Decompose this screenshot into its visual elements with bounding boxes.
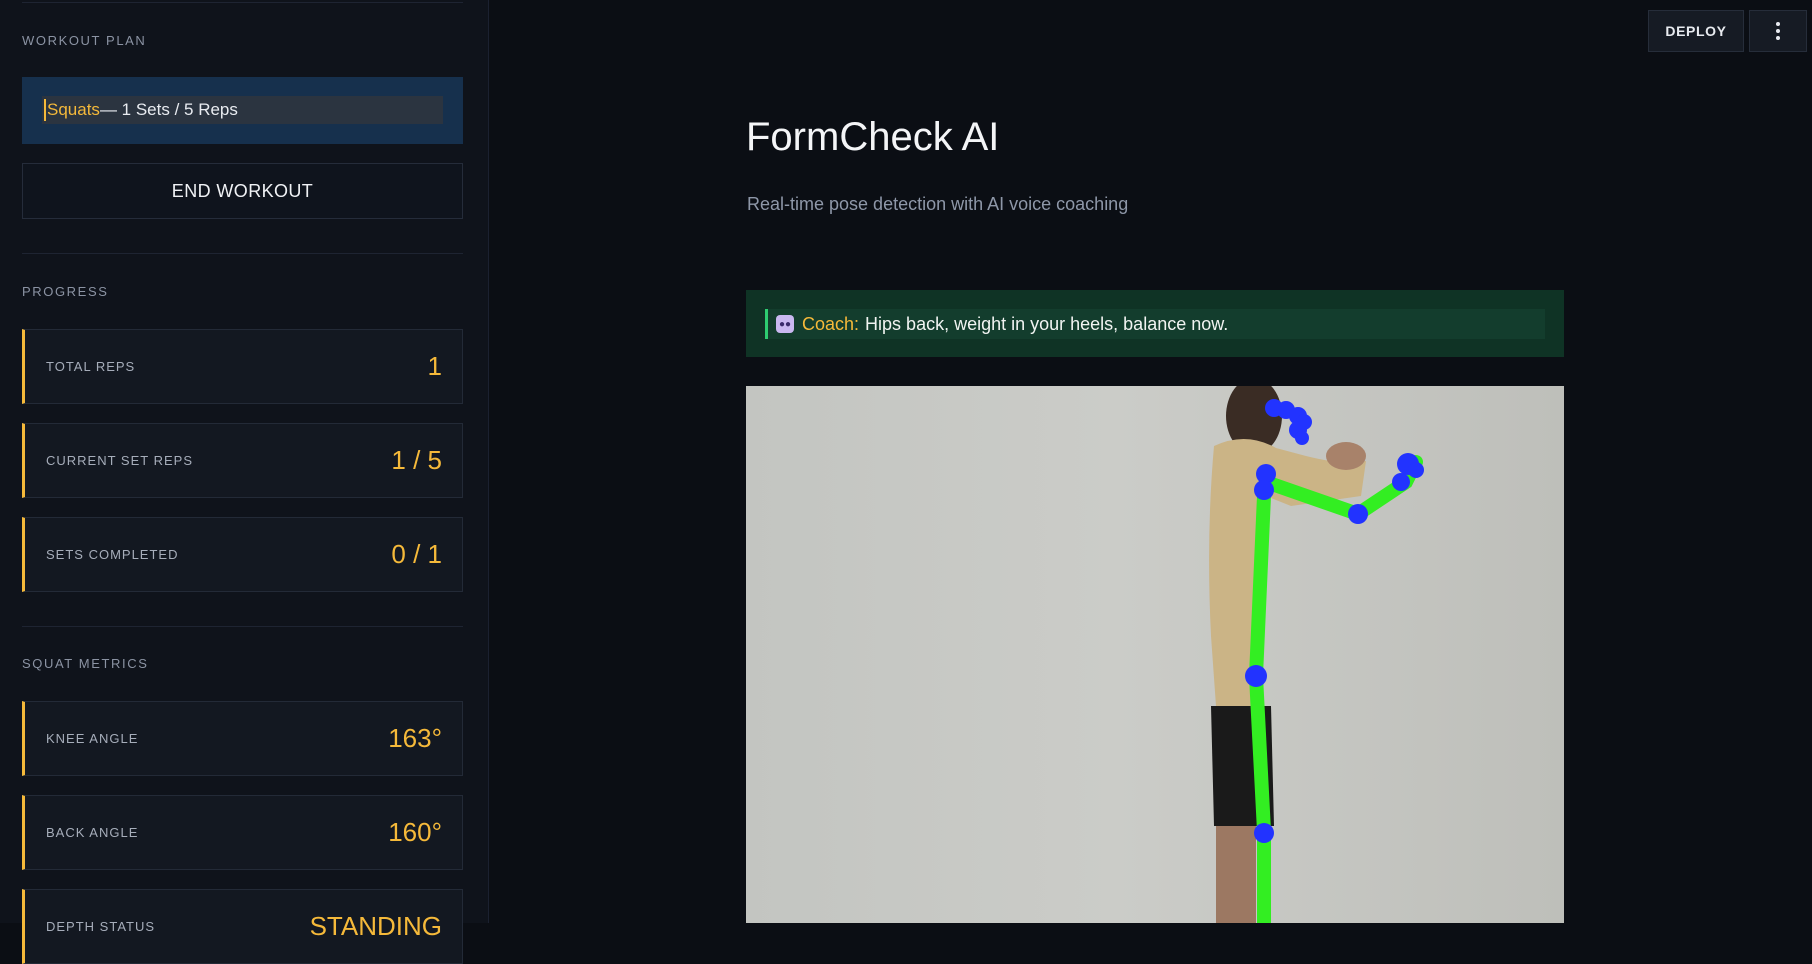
metric-back-angle: BACK ANGLE 160° <box>22 795 463 870</box>
metric-sets-completed: SETS COMPLETED 0 / 1 <box>22 517 463 592</box>
metric-value: 1 / 5 <box>391 445 442 475</box>
metric-value: 160° <box>388 817 442 847</box>
end-workout-button[interactable]: END WORKOUT <box>22 163 463 219</box>
metric-value: 0 / 1 <box>391 539 442 569</box>
plan-exercise: Squats <box>47 100 100 119</box>
coach-message-box: ●● Coach: Hips back, weight in your heel… <box>746 290 1564 357</box>
metric-label: DEPTH STATUS <box>46 919 156 934</box>
metric-current-set-reps: CURRENT SET REPS 1 / 5 <box>22 423 463 498</box>
coach-name: Coach: <box>802 313 860 334</box>
dot <box>1776 29 1780 33</box>
metric-label: TOTAL REPS <box>46 359 136 374</box>
progress-label: PROGRESS <box>22 284 109 299</box>
workout-plan-field[interactable]: Squats — 1 Sets / 5 Reps <box>22 77 463 144</box>
sidebar: WORKOUT PLAN Squats — 1 Sets / 5 Reps EN… <box>0 0 489 964</box>
page-subtitle: Real-time pose detection with AI voice c… <box>747 194 1129 214</box>
coach-message: ●● Coach: Hips back, weight in your heel… <box>765 309 1545 339</box>
vertical-dots-icon <box>1776 22 1780 26</box>
coach-text: Hips back, weight in your heels, balance… <box>865 313 1229 334</box>
pose-overlay <box>1209 386 1424 923</box>
metric-depth-status: DEPTH STATUS STANDING <box>22 889 463 964</box>
robot-icon: ●● <box>776 315 794 333</box>
pose-skeleton <box>1248 455 1423 923</box>
metric-value: STANDING <box>309 911 442 941</box>
text-cursor <box>44 99 46 121</box>
divider <box>22 626 463 627</box>
metric-label: CURRENT SET REPS <box>46 453 193 468</box>
workout-plan-input[interactable]: Squats — 1 Sets / 5 Reps <box>42 96 443 124</box>
page-title: FormCheck AI <box>746 115 1000 159</box>
metric-label: BACK ANGLE <box>46 825 139 840</box>
camera-feed <box>746 386 1564 923</box>
workout-plan-label: WORKOUT PLAN <box>22 33 147 48</box>
divider <box>22 253 463 254</box>
metric-value: 1 <box>427 351 442 381</box>
metric-value: 163° <box>388 723 442 753</box>
metric-label: KNEE ANGLE <box>46 731 139 746</box>
metric-knee-angle: KNEE ANGLE 163° <box>22 701 463 776</box>
main-menu-button[interactable] <box>1749 10 1807 52</box>
person-figure <box>1209 386 1366 923</box>
metric-label: SETS COMPLETED <box>46 547 179 562</box>
squat-metrics-label: SQUAT METRICS <box>22 656 149 671</box>
deploy-button[interactable]: DEPLOY <box>1648 10 1744 52</box>
metric-total-reps: TOTAL REPS 1 <box>22 329 463 404</box>
dot <box>1776 36 1780 40</box>
plan-details: — 1 Sets / 5 Reps <box>99 100 238 119</box>
divider <box>22 2 463 3</box>
